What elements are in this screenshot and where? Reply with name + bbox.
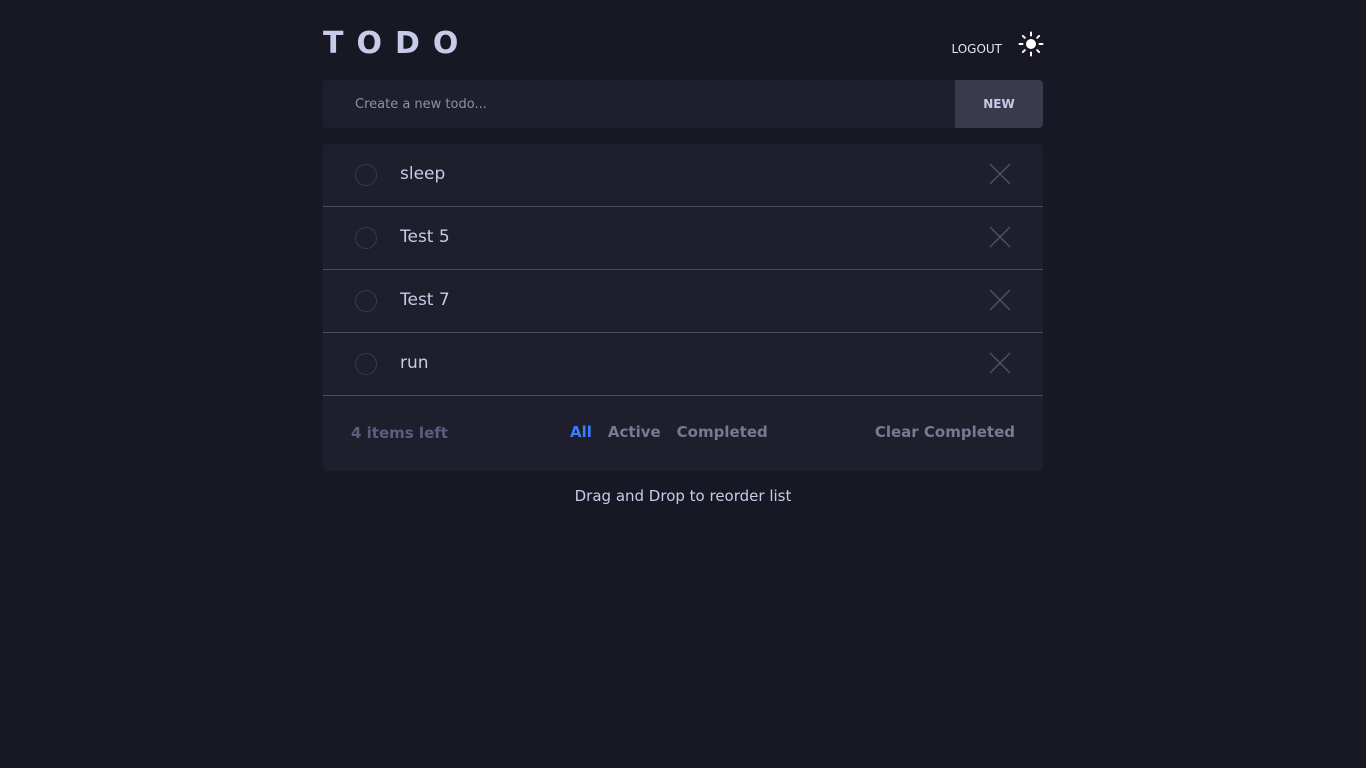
items-left-count: 4 items left [351, 424, 448, 442]
filter-group: All Active Completed [570, 423, 784, 441]
close-icon[interactable] [989, 226, 1011, 248]
todo-text: Test 5 [400, 227, 450, 247]
todo-text: sleep [400, 164, 446, 184]
logout-button[interactable]: LOGOUT [951, 42, 1002, 56]
close-icon[interactable] [989, 163, 1011, 185]
close-icon[interactable] [989, 352, 1011, 374]
todo-checkbox[interactable] [355, 353, 377, 375]
todo-item[interactable]: run [323, 333, 1043, 396]
todo-checkbox[interactable] [355, 227, 377, 249]
clear-completed-button[interactable]: Clear Completed [875, 423, 1015, 441]
reorder-hint: Drag and Drop to reorder list [574, 487, 792, 505]
sun-icon [1018, 31, 1044, 57]
filter-all[interactable]: All [570, 423, 592, 441]
close-icon[interactable] [989, 289, 1011, 311]
todo-item[interactable]: sleep [323, 144, 1043, 207]
theme-toggle-button[interactable] [1018, 31, 1044, 57]
todo-checkbox[interactable] [355, 164, 377, 186]
app-container: TODO LOGOUT Create a new todo... NEW sle… [323, 0, 1044, 505]
new-todo-form: NEW [323, 80, 1043, 128]
list-footer: 4 items left All Active Completed Clear … [323, 396, 1043, 471]
todo-list: sleep Test 5 Test 7 run 4 items left All… [323, 144, 1043, 471]
header: TODO LOGOUT [323, 0, 1044, 80]
todo-text: run [400, 353, 429, 373]
todo-checkbox[interactable] [355, 290, 377, 312]
todo-text: Test 7 [400, 290, 450, 310]
header-actions: LOGOUT [951, 30, 1044, 62]
filter-completed[interactable]: Completed [677, 423, 768, 441]
todo-item[interactable]: Test 7 [323, 270, 1043, 333]
app-title: TODO [323, 26, 472, 61]
todo-item[interactable]: Test 5 [323, 207, 1043, 270]
filter-active[interactable]: Active [608, 423, 661, 441]
new-todo-input[interactable] [323, 80, 955, 128]
new-todo-button[interactable]: NEW [955, 80, 1043, 128]
